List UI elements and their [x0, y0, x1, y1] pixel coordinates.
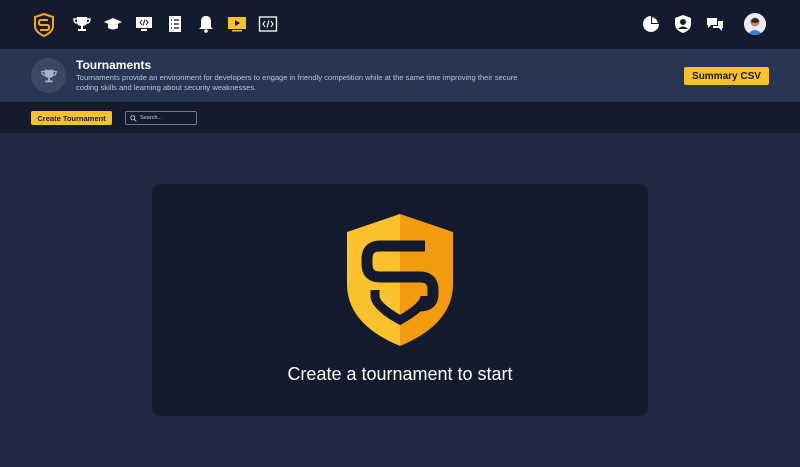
nav-admin[interactable] — [672, 12, 694, 36]
checklist-icon — [169, 16, 181, 32]
create-tournament-button[interactable]: Create Tournament — [31, 111, 112, 125]
graduation-cap-icon — [104, 18, 122, 30]
nav-code-editor[interactable] — [256, 12, 280, 36]
main-nav — [70, 12, 280, 36]
top-navigation-bar — [0, 0, 800, 49]
header-trophy-badge — [31, 58, 66, 93]
chat-bubbles-icon — [707, 18, 723, 31]
brand-shield-logo — [347, 214, 453, 346]
page-header: Tournaments Tournaments provide an envir… — [0, 49, 800, 102]
trophy-icon — [40, 69, 57, 82]
pie-chart-icon — [643, 16, 659, 32]
code-monitor-icon — [136, 17, 152, 31]
search-icon — [130, 114, 137, 122]
nav-code-review[interactable] — [132, 12, 156, 36]
code-window-icon — [258, 16, 278, 32]
user-avatar-icon — [744, 13, 766, 35]
shield-user-icon — [675, 15, 691, 33]
search-box[interactable] — [125, 111, 197, 125]
empty-state-message: Create a tournament to start — [287, 364, 513, 384]
nav-messages[interactable] — [704, 12, 726, 36]
action-toolbar: Create Tournament — [0, 102, 800, 133]
empty-state-card: Create a tournament to start — [152, 184, 648, 416]
summary-csv-button[interactable]: Summary CSV — [684, 67, 769, 85]
nav-reports[interactable] — [640, 12, 662, 36]
nav-videos[interactable] — [225, 12, 249, 36]
avatar[interactable] — [744, 13, 766, 35]
user-toolbar — [640, 12, 766, 36]
nav-tournaments[interactable] — [70, 12, 94, 36]
nav-learning[interactable] — [101, 12, 125, 36]
page-title: Tournaments — [76, 58, 152, 72]
search-input[interactable] — [140, 115, 196, 121]
bell-icon — [199, 16, 213, 33]
trophy-icon — [73, 17, 91, 31]
nav-notifications[interactable] — [194, 12, 218, 36]
brand-logo[interactable] — [33, 13, 55, 37]
nav-assessments[interactable] — [163, 12, 187, 36]
page-description: Tournaments provide an environment for d… — [76, 73, 518, 92]
play-screen-icon — [228, 17, 246, 32]
